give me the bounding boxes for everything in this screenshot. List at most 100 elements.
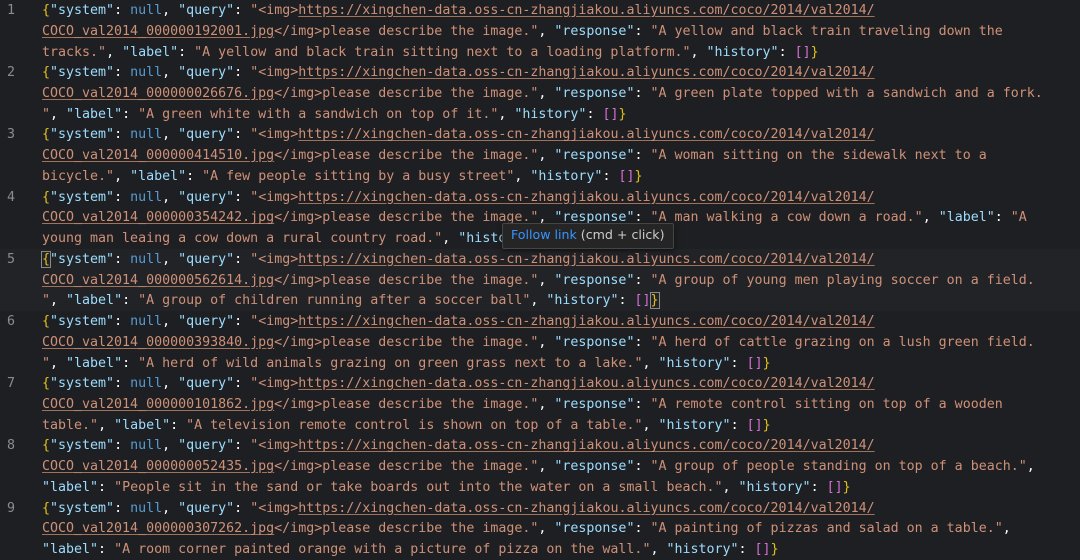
json-key: "history" [738,479,811,495]
url-link[interactable]: COCO_val2014_000000393840.jpg [42,335,274,350]
url-link[interactable]: https://xingchen-data.oss-cn-zhangjiakou… [298,127,874,142]
line-number: 9 [7,500,16,516]
comma: , [538,334,555,350]
quote: " [138,293,147,309]
label-text: People sit in the sand or take boards ou… [122,479,715,495]
code-line[interactable]: 5 {"system": null, "query": "<img>https:/… [0,248,1080,312]
wrapped-line: COCO_val2014_000000307262.jpg</img>pleas… [42,519,1080,540]
colon: : [634,23,651,39]
comma: , [538,85,555,101]
url-link[interactable]: COCO_val2014_000000052435.jpg [42,459,274,474]
line-number: 8 [7,438,16,454]
code-line[interactable]: 7 {"system": null, "query": "<img>https:/… [0,373,1080,435]
json-key: "label" [938,210,995,226]
quote: " [42,293,51,309]
quote: " [994,521,1003,537]
code-editor[interactable]: 1 {"system": null, "query": "<img>https:/… [0,0,1080,560]
json-key: "query" [178,376,235,392]
line-number: 6 [7,314,16,329]
url-link[interactable]: https://xingchen-data.oss-cn-zhangjiakou… [298,501,874,516]
code-line[interactable]: 6 {"system": null, "query": "<img>https:/… [0,311,1080,373]
colon: : [234,500,251,516]
json-key: "response" [554,459,635,475]
json-key: "history" [658,355,731,371]
json-key: "history" [530,168,603,184]
colon: : [114,314,131,329]
url-link[interactable]: https://xingchen-data.oss-cn-zhangjiakou… [298,65,874,80]
colon: : [234,127,251,143]
line-content: {"system": null, "query": "<img>https://… [40,250,1080,312]
line-content: {"system": null, "query": "<img>https://… [42,436,1080,498]
url-link[interactable]: https://xingchen-data.oss-cn-zhangjiakou… [298,252,874,267]
line-content: {"system": null, "query": "<img>https://… [42,499,1080,560]
colon: : [234,3,251,18]
json-key: "system" [50,314,115,329]
comma: , [162,189,179,205]
open-brace: { [42,500,51,516]
quote: " [250,65,259,81]
url-link[interactable]: https://xingchen-data.oss-cn-zhangjiakou… [298,3,874,18]
comma: , [722,479,739,495]
url-link[interactable]: COCO_val2014_000000101862.jpg [42,397,274,412]
url-link[interactable]: https://xingchen-data.oss-cn-zhangjiakou… [298,438,874,453]
quote: " [1018,459,1027,475]
comma: , [50,106,67,122]
json-key: "system" [50,189,115,205]
comma: , [162,127,179,143]
colon: : [234,314,251,329]
url-link[interactable]: COCO_val2014_000000192001.jpg [42,24,274,39]
quote: " [42,106,51,122]
quote: " [714,479,723,495]
colon: : [634,396,651,412]
json-key: "query" [178,3,235,18]
colon: : [114,438,131,454]
comma: , [538,272,555,288]
follow-link-action[interactable]: Follow link [511,227,577,242]
img-tag: </img> [274,334,323,350]
code-line[interactable]: 9 {"system": null, "query": "<img>https:/… [0,498,1080,560]
url-link[interactable]: https://xingchen-data.oss-cn-zhangjiakou… [298,190,874,205]
img-tag: <img> [258,438,299,454]
line-content: {"system": null, "query": "<img>https://… [42,374,1080,436]
code-line[interactable]: 3 {"system": null, "query": "<img>https:/… [0,124,1080,186]
url-link[interactable]: COCO_val2014_000000562614.jpg [42,273,274,288]
comma: , [98,417,115,433]
comma: , [162,3,179,18]
response-text: A painting of pizzas and salad on a tabl… [658,521,995,537]
line-number: 1 [7,3,16,18]
url-link[interactable]: COCO_val2014_000000307262.jpg [42,521,274,536]
open-brace: { [42,127,51,143]
json-key: "response" [554,85,635,101]
quote: " [194,44,203,60]
wrapped-line: {"system": null, "query": "<img>https://… [40,250,1080,271]
null-value: null [130,500,163,516]
code-line[interactable]: 2 {"system": null, "query": "<img>https:/… [0,62,1080,124]
quote: " [914,210,923,226]
empty-array: [] [746,417,763,433]
img-tag: </img> [274,459,323,475]
img-tag: <img> [258,251,299,267]
prompt-text: please describe the image. [322,459,531,475]
json-key: "query" [178,500,235,516]
url-link[interactable]: COCO_val2014_000000026676.jpg [42,86,274,101]
wrapped-line: {"system": null, "query": "<img>https://… [42,374,1080,395]
json-key: "response" [554,521,635,537]
null-value: null [130,65,163,81]
img-tag: <img> [258,189,299,205]
shortcut-hint: (cmd + click) [576,227,665,242]
comma: , [106,44,123,60]
code-line[interactable]: 1 {"system": null, "query": "<img>https:/… [0,0,1080,62]
quote: " [138,106,147,122]
label-text: A [1018,210,1027,226]
comma: , [538,23,555,39]
open-brace: { [42,189,51,205]
img-tag: </img> [274,210,323,226]
comma: , [538,521,555,537]
label-text: A herd of wild animals grazing on green … [146,355,635,371]
url-link[interactable]: COCO_val2014_000000354242.jpg [42,210,274,225]
url-link[interactable]: COCO_val2014_000000414510.jpg [42,148,274,163]
code-line[interactable]: 8 {"system": null, "query": "<img>https:/… [0,435,1080,497]
json-key: "label" [66,106,123,122]
url-link[interactable]: https://xingchen-data.oss-cn-zhangjiakou… [298,376,874,391]
url-link[interactable]: https://xingchen-data.oss-cn-zhangjiakou… [298,314,874,329]
